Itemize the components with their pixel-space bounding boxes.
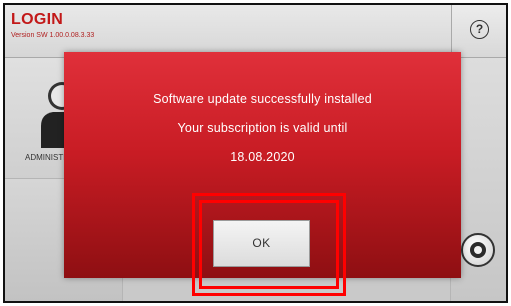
ok-button[interactable]: OK [213, 220, 310, 267]
power-icon [470, 242, 486, 258]
page-title: LOGIN [11, 11, 64, 28]
dialog-message-line1: Software update successfully installed [153, 92, 372, 106]
help-button[interactable]: ? [451, 5, 506, 57]
subscription-date: 18.08.2020 [230, 150, 295, 164]
header-bar: LOGIN Version SW 1.00.0.08.3.33 [5, 5, 506, 58]
help-icon: ? [470, 20, 489, 39]
power-button[interactable] [461, 233, 495, 267]
dialog-message-line2: Your subscription is valid until [177, 121, 348, 135]
update-dialog: Software update successfully installed Y… [64, 52, 461, 278]
version-label: Version SW 1.00.0.08.3.33 [11, 32, 95, 39]
